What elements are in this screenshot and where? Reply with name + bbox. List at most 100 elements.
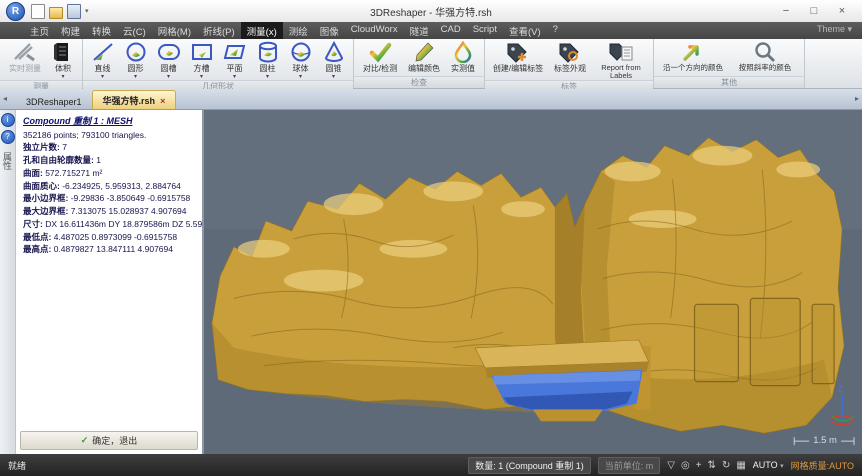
- prop-centroid: 曲面质心: -6.234925, 5.959313, 2.884764: [23, 180, 200, 193]
- cylinder-tool-button[interactable]: 圆柱 ▾: [251, 40, 284, 80]
- report-from-labels-button[interactable]: Report from Labels: [592, 40, 650, 80]
- edit-colors-button[interactable]: 编辑颜色: [403, 40, 445, 74]
- circle-tool-button[interactable]: 圆形 ▾: [119, 40, 152, 80]
- chevron-down-icon: ▾: [780, 463, 784, 470]
- tab-cloudworx[interactable]: CloudWorx: [345, 22, 404, 39]
- tab-tunnel[interactable]: 隧道: [404, 22, 435, 39]
- confirm-exit-button[interactable]: ✓ 确定，退出: [20, 431, 198, 450]
- status-bar: 就绪 数量: 1 (Compound 重制 1) 当前单位: m ▽ ◎ + ⇅…: [0, 454, 862, 476]
- rect-slot-tool-button[interactable]: 方槽 ▾: [185, 40, 218, 80]
- line-tool-button[interactable]: 直线 ▾: [86, 40, 119, 80]
- compare-inspect-button[interactable]: 对比/检测: [357, 40, 403, 74]
- window-title: 3DReshaper - 华强方特.rsh: [0, 4, 862, 19]
- volume-button[interactable]: 体积 ▾: [47, 40, 79, 80]
- tab-image[interactable]: 图像: [314, 22, 345, 39]
- caliper-icon: [12, 40, 38, 64]
- prop-bbox-max: 最大边界框: 7.313075 15.028937 4.907694: [23, 205, 200, 218]
- minimize-button[interactable]: −: [772, 1, 800, 21]
- status-icons: ▽ ◎ + ⇅ ↻ ▦: [667, 460, 746, 471]
- rect-icon: [190, 40, 214, 64]
- group-label-other: 其他: [654, 76, 804, 88]
- realtime-measure-button[interactable]: 实时测量: [3, 40, 47, 74]
- window-controls: − □ ×: [772, 1, 856, 21]
- tab-home[interactable]: 主页: [24, 22, 55, 39]
- tag-add-icon: [505, 40, 531, 64]
- current-units[interactable]: 当前单位: m: [598, 457, 661, 474]
- maximize-button[interactable]: □: [800, 1, 828, 21]
- dialog-icon[interactable]: i: [1, 113, 15, 127]
- help-icon[interactable]: ?: [1, 130, 15, 144]
- doc-tab-huaqiang[interactable]: 华强方特.rsh ×: [92, 90, 177, 109]
- confirm-exit-label: 确定，退出: [92, 434, 137, 447]
- object-title: Compound 重制 1 : MESH: [23, 115, 200, 129]
- doc-tab-label: 华强方特.rsh: [103, 94, 156, 107]
- new-file-icon[interactable]: [31, 4, 45, 19]
- app-logo-icon[interactable]: R: [6, 2, 25, 21]
- theme-selector[interactable]: Theme ▾: [807, 22, 862, 39]
- ribbon-group-other: 沿一个方向的颜色 按照斜率的颜色 其他: [654, 39, 805, 88]
- tab-measure-active[interactable]: 测量(x): [241, 22, 283, 39]
- properties-strip-label[interactable]: 属性: [1, 152, 14, 170]
- scale-bar-label: 1.5 m: [813, 435, 837, 446]
- ribbon-group-labels: 创建/编辑标签 标签外观 Report from Labels 标签: [485, 39, 654, 88]
- direction-color-icon: [681, 40, 705, 64]
- ribbon-group-geometry: 直线 ▾ 圆形 ▾ 圆槽 ▾ 方槽 ▾: [83, 39, 354, 88]
- quick-access-toolbar: ▾: [31, 4, 89, 19]
- mesh-door-panels: [695, 298, 835, 385]
- filter-icon[interactable]: ▽: [667, 460, 675, 471]
- compare-inspect-icon: [368, 40, 392, 64]
- color-along-direction-button[interactable]: 沿一个方向的颜色: [657, 40, 729, 72]
- close-button[interactable]: ×: [828, 1, 856, 21]
- tab-close-icon[interactable]: ×: [160, 96, 165, 106]
- sphere-tool-button[interactable]: 球体 ▾: [284, 40, 317, 80]
- cylinder-icon: [256, 40, 280, 64]
- tab-transform[interactable]: 转换: [86, 22, 117, 39]
- save-file-icon[interactable]: [67, 4, 81, 19]
- properties-content: Compound 重制 1 : MESH 352186 points; 7931…: [16, 110, 202, 428]
- tab-cloud[interactable]: 云(C): [117, 22, 152, 39]
- plane-icon: [223, 40, 247, 64]
- rotate-icon[interactable]: ↻: [722, 460, 730, 471]
- mesh-quality-indicator[interactable]: 网格质量:AUTO: [791, 459, 854, 472]
- prop-size: 尺寸: DX 16.611436m DY 18.879586m DZ 5.599…: [23, 218, 200, 231]
- selection-count: 数量: 1 (Compound 重制 1): [468, 457, 591, 474]
- viewport-3d[interactable]: Z 1.5 m: [204, 110, 862, 454]
- sphere-icon: [289, 40, 313, 64]
- tab-help[interactable]: ?: [547, 22, 564, 39]
- color-by-slope-button[interactable]: 按照斜率的颜色: [729, 40, 801, 72]
- status-ready: 就绪: [8, 459, 461, 472]
- tab-cad[interactable]: CAD: [435, 22, 467, 39]
- cone-icon: [322, 40, 346, 64]
- obround-tool-button[interactable]: 圆槽 ▾: [152, 40, 185, 80]
- target-icon[interactable]: ◎: [681, 460, 690, 471]
- open-file-icon[interactable]: [49, 7, 63, 19]
- grid-icon[interactable]: ▦: [736, 460, 745, 471]
- title-bar: R ▾ 3DReshaper - 华强方特.rsh − □ ×: [0, 0, 862, 22]
- cone-tool-button[interactable]: 圆锥 ▾: [317, 40, 350, 80]
- qat-dropdown-icon[interactable]: ▾: [85, 7, 89, 15]
- line-icon: [91, 40, 115, 64]
- tab-scroll-right-icon[interactable]: ▸: [855, 94, 859, 103]
- tab-script[interactable]: Script: [467, 22, 503, 39]
- create-edit-labels-button[interactable]: 创建/编辑标签: [488, 40, 548, 74]
- plane-tool-button[interactable]: 平面 ▾: [218, 40, 251, 80]
- tag-report-icon: [608, 40, 634, 64]
- elevation-icon[interactable]: ⇅: [708, 460, 716, 471]
- tab-construct[interactable]: 构建: [55, 22, 86, 39]
- side-icon-strip: i ? 属性: [0, 110, 16, 454]
- tab-mesh[interactable]: 网格(M): [152, 22, 197, 39]
- tab-survey[interactable]: 测绘: [283, 22, 314, 39]
- document-tab-bar: ◂ 3DReshaper1 华强方特.rsh × ▸: [0, 89, 862, 110]
- ribbon-group-measure: 实时测量 体积 ▾ 测量: [0, 39, 83, 88]
- auto-mode-selector[interactable]: AUTO ▾: [753, 460, 784, 470]
- check-icon: ✓: [81, 435, 89, 446]
- tab-view[interactable]: 查看(V): [503, 22, 547, 39]
- tab-scroll-left-icon[interactable]: ◂: [3, 94, 7, 103]
- doc-tab-3dreshaper1[interactable]: 3DReshaper1: [16, 94, 92, 109]
- label-appearance-button[interactable]: 标签外观: [548, 40, 592, 74]
- prop-lowest: 最低点: 4.487025 0.8973099 -0.6915758: [23, 231, 200, 244]
- tab-polyline[interactable]: 折线(P): [197, 22, 241, 39]
- move-icon[interactable]: +: [696, 460, 702, 471]
- prop-surface: 曲面: 572.715271 m²: [23, 167, 200, 180]
- inspection-value-button[interactable]: 实测值: [445, 40, 481, 74]
